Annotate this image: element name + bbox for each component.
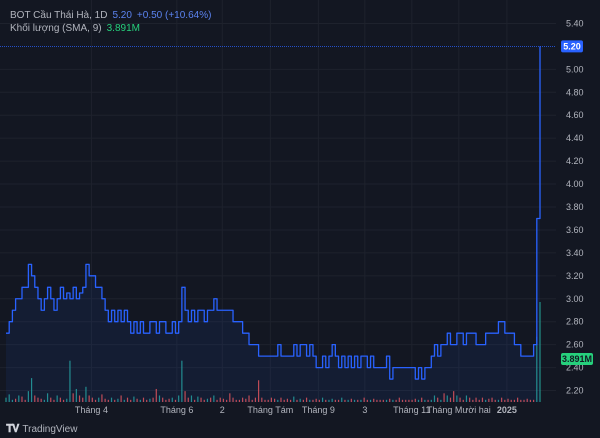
last-price-badge-label: 5.20 bbox=[563, 41, 581, 51]
legend-symbol-row: BOT Cầu Thái Hà, 1D 5.20 +0.50 (+10.64%) bbox=[10, 9, 211, 22]
y-tick-label: 3.80 bbox=[566, 202, 584, 212]
y-tick-label: 4.20 bbox=[566, 156, 584, 166]
x-tick-label: Tháng 11 bbox=[393, 405, 430, 415]
chart-legend: BOT Cầu Thái Hà, 1D 5.20 +0.50 (+10.64%)… bbox=[10, 9, 211, 35]
y-tick-label: 3.20 bbox=[566, 271, 584, 281]
y-tick-label: 4.00 bbox=[566, 179, 584, 189]
legend-volume-row: Khối lượng (SMA, 9) 3.891M bbox=[10, 22, 211, 35]
x-tick-label: 2 bbox=[220, 405, 225, 415]
y-tick-label: 3.40 bbox=[566, 248, 584, 258]
footer: 𝐓𝐕 TradingView bbox=[0, 420, 600, 438]
x-tick-label: 2025 bbox=[497, 405, 517, 415]
y-tick-label: 2.60 bbox=[566, 340, 584, 350]
y-tick-label: 3.00 bbox=[566, 294, 584, 304]
x-tick-label: Tháng 9 bbox=[302, 405, 335, 415]
symbol-label[interactable]: BOT Cầu Thái Hà, 1D bbox=[10, 9, 107, 22]
y-tick-label: 3.60 bbox=[566, 225, 584, 235]
price-area-fill bbox=[6, 46, 540, 402]
x-tick-label: Tháng 6 bbox=[160, 405, 193, 415]
y-tick-label: 2.80 bbox=[566, 317, 584, 327]
volume-badge-label: 3.891M bbox=[562, 354, 592, 364]
time-axis: Tháng 4 Tháng 6 2 Tháng Tám Tháng 9 3 Tháng 11… bbox=[75, 405, 517, 415]
x-tick-label: Tháng Mười hai bbox=[427, 405, 491, 415]
chart-canvas[interactable]: 5.40 5.00 4.80 4.60 4.40 4.20 4.00 3.80 3.60 3.40… bbox=[0, 0, 600, 438]
x-tick-label: Tháng 4 bbox=[75, 405, 108, 415]
tradingview-logo-icon[interactable]: 𝐓𝐕 bbox=[6, 423, 19, 436]
price-chart[interactable]: 5.40 5.00 4.80 4.60 4.40 4.20 4.00 3.80 3.60 3.40… bbox=[0, 0, 600, 438]
price-change: +0.50 (+10.64%) bbox=[136, 10, 212, 21]
price-axis: 5.40 5.00 4.80 4.60 4.40 4.20 4.00 3.80 3.60 3.40… bbox=[566, 18, 584, 395]
volume-value: 3.891M bbox=[106, 23, 140, 34]
y-tick-label: 4.60 bbox=[566, 110, 584, 120]
volume-indicator-label[interactable]: Khối lượng (SMA, 9) bbox=[10, 22, 102, 35]
y-tick-label: 2.20 bbox=[566, 386, 584, 396]
y-tick-label: 5.00 bbox=[566, 64, 584, 74]
x-tick-label: Tháng Tám bbox=[247, 405, 293, 415]
brand-label[interactable]: TradingView bbox=[22, 424, 77, 435]
y-tick-label: 4.80 bbox=[566, 87, 584, 97]
last-price: 5.20 bbox=[112, 10, 132, 21]
y-tick-label: 5.40 bbox=[566, 18, 584, 28]
x-tick-label: 3 bbox=[362, 405, 367, 415]
y-tick-label: 4.40 bbox=[566, 133, 584, 143]
